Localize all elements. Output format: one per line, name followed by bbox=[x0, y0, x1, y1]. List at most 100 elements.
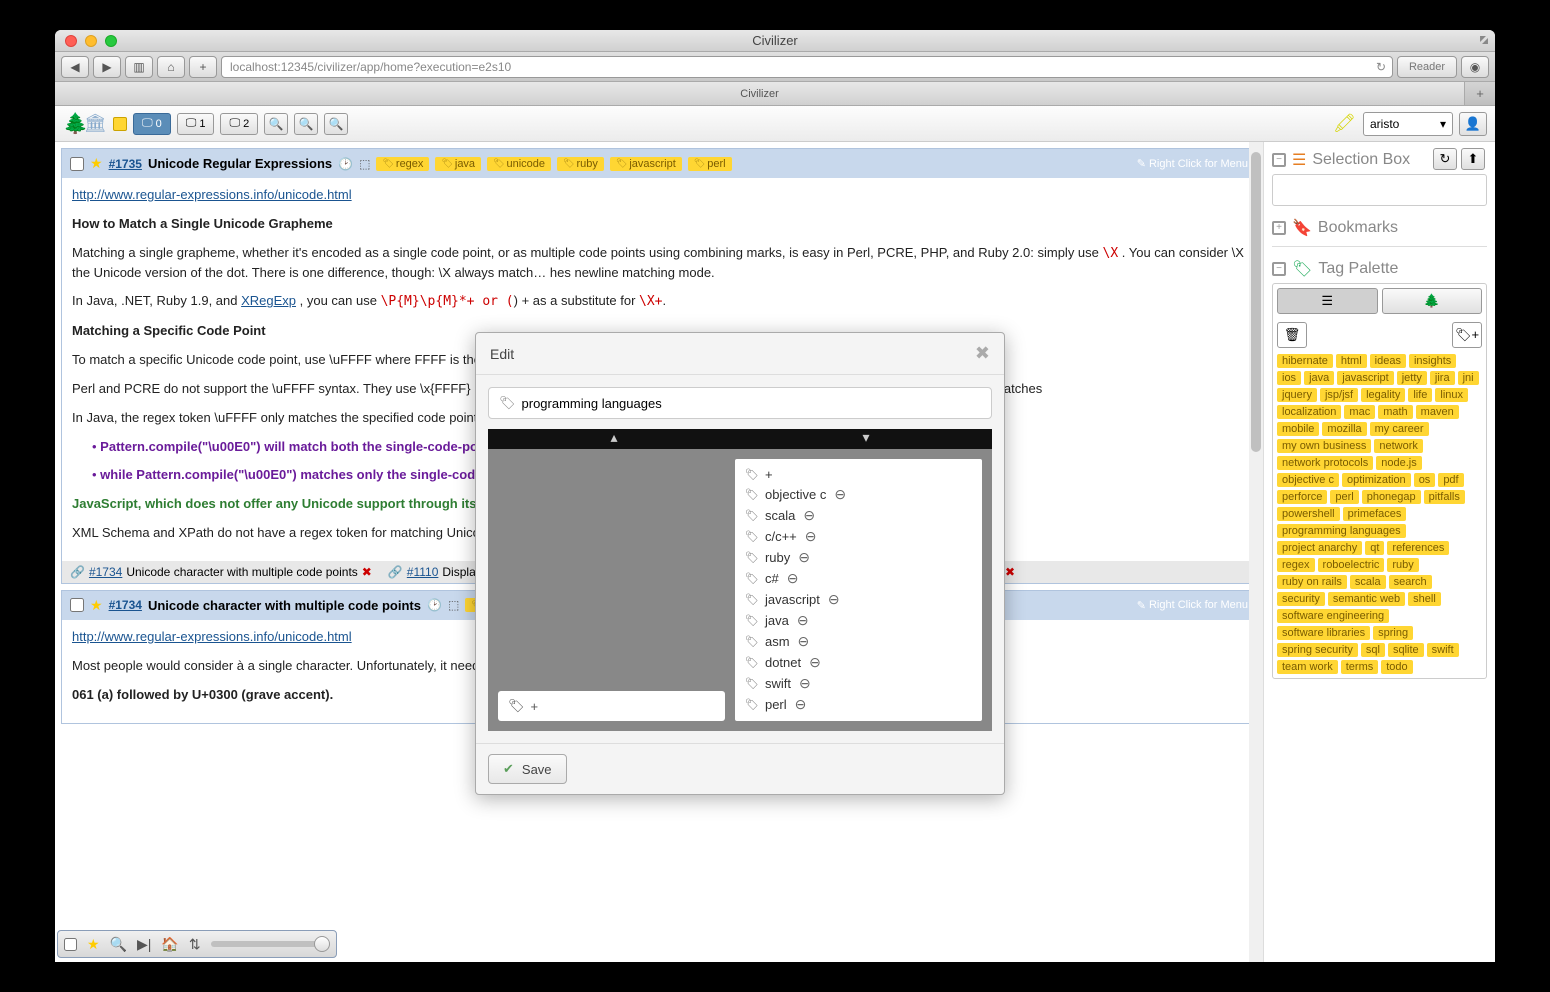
palette-tag[interactable]: perforce bbox=[1277, 490, 1327, 504]
palette-tag[interactable]: mac bbox=[1344, 405, 1375, 419]
remove-child-icon[interactable]: ⊖ bbox=[798, 549, 810, 566]
fragment-id[interactable]: #1735 bbox=[109, 157, 142, 171]
star-icon[interactable]: ★ bbox=[87, 936, 100, 953]
remove-child-icon[interactable]: ⊖ bbox=[787, 570, 799, 587]
panel-0-button[interactable]: 🖵 0 bbox=[133, 113, 171, 135]
remove-child-icon[interactable]: ⊖ bbox=[805, 528, 817, 545]
expand-icon[interactable] bbox=[1272, 221, 1286, 235]
palette-tag[interactable]: scala bbox=[1350, 575, 1386, 589]
group-icon[interactable]: ⬚ bbox=[448, 598, 459, 612]
tag-pill[interactable]: perl bbox=[688, 157, 732, 171]
add-button[interactable]: + bbox=[189, 56, 217, 78]
fragment-id[interactable]: #1734 bbox=[109, 598, 142, 612]
palette-tag[interactable]: html bbox=[1336, 354, 1367, 368]
palette-tag[interactable]: ios bbox=[1277, 371, 1301, 385]
xregexp-link[interactable]: XRegExp bbox=[241, 293, 296, 308]
palette-tag[interactable]: perl bbox=[1330, 490, 1358, 504]
palette-tag[interactable]: ruby bbox=[1387, 558, 1418, 572]
reload-icon[interactable]: ↻ bbox=[1376, 60, 1386, 74]
palette-tag[interactable]: jsp/jsf bbox=[1320, 388, 1358, 402]
palette-tag[interactable]: mobile bbox=[1277, 422, 1319, 436]
palette-tag[interactable]: spring bbox=[1373, 626, 1413, 640]
highlighter-icon[interactable]: 🖍 bbox=[1333, 113, 1357, 134]
palette-tag[interactable]: software engineering bbox=[1277, 609, 1389, 623]
zoom-slider[interactable] bbox=[211, 941, 330, 947]
palette-list-view-button[interactable]: ☰ bbox=[1277, 288, 1378, 314]
palette-tag[interactable]: semantic web bbox=[1328, 592, 1405, 606]
forward-button[interactable]: ▶ bbox=[93, 56, 121, 78]
tag-pill[interactable]: ruby bbox=[557, 157, 604, 171]
child-tag-item[interactable]: 🏷perl⊖ bbox=[745, 694, 972, 715]
slider-knob[interactable] bbox=[314, 936, 330, 952]
group-icon[interactable]: ⬚ bbox=[359, 157, 370, 171]
delete-tag-button[interactable]: 🗑 bbox=[1277, 322, 1307, 348]
remove-child-icon[interactable]: ⊖ bbox=[828, 591, 840, 608]
selection-box[interactable] bbox=[1272, 174, 1487, 206]
star-icon[interactable]: ★ bbox=[90, 155, 103, 172]
bottom-checkbox[interactable] bbox=[64, 938, 77, 951]
source-link[interactable]: http://www.regular-expressions.info/unic… bbox=[72, 629, 352, 644]
fragment-checkbox[interactable] bbox=[70, 157, 84, 171]
palette-tag[interactable]: project anarchy bbox=[1277, 541, 1362, 555]
move-down-button[interactable]: ▾ bbox=[740, 429, 992, 449]
tag-pill[interactable]: java bbox=[435, 157, 481, 171]
child-tag-item[interactable]: 🏷javascript⊖ bbox=[745, 589, 972, 610]
palette-tag[interactable]: security bbox=[1277, 592, 1325, 606]
palette-tag[interactable]: pdf bbox=[1438, 473, 1463, 487]
tag-pill[interactable]: javascript bbox=[610, 157, 682, 171]
bookmarks-header[interactable]: 🔖 Bookmarks bbox=[1272, 218, 1487, 242]
palette-tag[interactable]: legality bbox=[1361, 388, 1405, 402]
child-tag-item[interactable]: 🏷dotnet⊖ bbox=[745, 652, 972, 673]
palette-tag[interactable]: ideas bbox=[1370, 354, 1406, 368]
palette-tag[interactable]: network bbox=[1374, 439, 1423, 453]
add-tag-button[interactable]: 🏷+ bbox=[1452, 322, 1482, 348]
palette-tag[interactable]: terms bbox=[1341, 660, 1379, 674]
new-tab-button[interactable]: + bbox=[1465, 86, 1495, 101]
app-logo[interactable]: 🌲 🏛 bbox=[63, 110, 107, 138]
palette-tag[interactable]: regex bbox=[1277, 558, 1315, 572]
clock-icon[interactable]: 🕑 bbox=[427, 598, 442, 612]
palette-tag[interactable]: insights bbox=[1409, 354, 1456, 368]
tag-name-input[interactable]: 🏷 programming languages bbox=[488, 387, 992, 419]
palette-tag[interactable]: pitfalls bbox=[1424, 490, 1465, 504]
collapse-icon[interactable] bbox=[1272, 262, 1286, 276]
palette-tag[interactable]: localization bbox=[1277, 405, 1341, 419]
palette-tag[interactable]: life bbox=[1408, 388, 1432, 402]
palette-tag[interactable]: jetty bbox=[1397, 371, 1427, 385]
search-button-1[interactable]: 🔍 bbox=[264, 113, 288, 135]
palette-tag[interactable]: qt bbox=[1365, 541, 1384, 555]
palette-tag[interactable]: sql bbox=[1361, 643, 1385, 657]
collapse-icon[interactable] bbox=[1272, 153, 1286, 167]
remove-child-icon[interactable]: ⊖ bbox=[834, 486, 846, 503]
browser-tab[interactable]: Civilizer bbox=[55, 82, 1465, 105]
child-tag-item[interactable]: 🏷swift⊖ bbox=[745, 673, 972, 694]
remove-related-icon[interactable]: ✖ bbox=[1005, 565, 1015, 579]
move-up-button[interactable]: ▴ bbox=[488, 429, 740, 449]
palette-tag[interactable]: math bbox=[1378, 405, 1412, 419]
palette-tag[interactable]: programming languages bbox=[1277, 524, 1406, 538]
fragment-checkbox[interactable] bbox=[70, 598, 84, 612]
fullscreen-icon[interactable] bbox=[1477, 33, 1491, 47]
palette-tag[interactable]: primefaces bbox=[1343, 507, 1407, 521]
search-button-3[interactable]: 🔍 bbox=[324, 113, 348, 135]
palette-tag[interactable]: team work bbox=[1277, 660, 1338, 674]
palette-tree-view-button[interactable]: 🌲 bbox=[1382, 288, 1483, 314]
remove-child-icon[interactable]: ⊖ bbox=[795, 696, 807, 713]
source-link[interactable]: http://www.regular-expressions.info/unic… bbox=[72, 187, 352, 202]
save-button[interactable]: ✔ Save bbox=[488, 754, 567, 784]
palette-tag[interactable]: my career bbox=[1370, 422, 1429, 436]
child-tag-item[interactable]: 🏷java⊖ bbox=[745, 610, 972, 631]
carousel-next-button[interactable]: ⬆ bbox=[1461, 148, 1485, 170]
palette-tag[interactable]: maven bbox=[1416, 405, 1459, 419]
remove-related-icon[interactable]: ✖ bbox=[362, 565, 372, 579]
back-button[interactable]: ◀ bbox=[61, 56, 89, 78]
remove-child-icon[interactable]: ⊖ bbox=[798, 633, 810, 650]
tag-pill[interactable]: regex bbox=[376, 157, 429, 171]
scrollbar[interactable] bbox=[1249, 142, 1263, 962]
child-tag-item[interactable]: 🏷ruby⊖ bbox=[745, 547, 972, 568]
user-menu-button[interactable]: 👤 bbox=[1459, 112, 1487, 136]
panel-1-button[interactable]: 🖵 1 bbox=[177, 113, 215, 135]
palette-tag[interactable]: my own business bbox=[1277, 439, 1371, 453]
panel-2-button[interactable]: 🖵 2 bbox=[220, 113, 258, 135]
palette-tag[interactable]: java bbox=[1304, 371, 1334, 385]
